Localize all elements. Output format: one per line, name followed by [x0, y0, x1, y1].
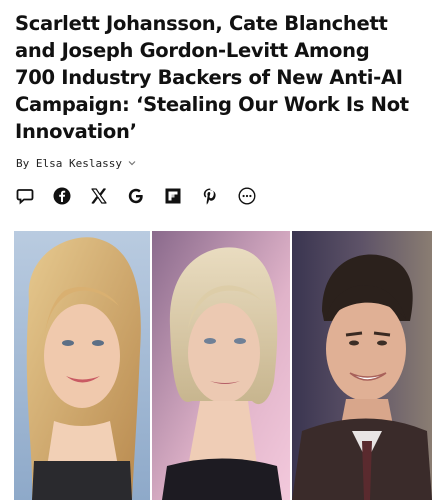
headline-line: Scarlett Johansson, Cate Blanchett [15, 12, 388, 35]
headline-line: Campaign: ‘Stealing Our Work Is Not [15, 93, 409, 116]
photo-cate-blanchett [152, 231, 290, 500]
article-headline: Scarlett Johansson, Cate Blanchett and J… [15, 10, 433, 145]
article-hero-image [14, 231, 432, 500]
photo-scarlett-johansson [14, 231, 150, 500]
more-icon[interactable] [236, 185, 258, 207]
comment-icon[interactable] [14, 185, 36, 207]
byline-author[interactable]: By Elsa Keslassy [16, 157, 122, 170]
google-icon[interactable] [125, 185, 147, 207]
headline-line: and Joseph Gordon-Levitt Among [15, 39, 370, 62]
chevron-down-icon[interactable] [128, 159, 136, 169]
headline-line: Innovation’ [15, 120, 137, 143]
flipboard-icon[interactable] [162, 185, 184, 207]
facebook-icon[interactable] [51, 185, 73, 207]
share-bar [14, 185, 258, 207]
x-icon[interactable] [88, 185, 110, 207]
headline-line: 700 Industry Backers of New Anti-AI [15, 66, 403, 89]
photo-joseph-gordon-levitt [292, 231, 432, 500]
byline[interactable]: By Elsa Keslassy [16, 157, 136, 170]
pinterest-icon[interactable] [199, 185, 221, 207]
